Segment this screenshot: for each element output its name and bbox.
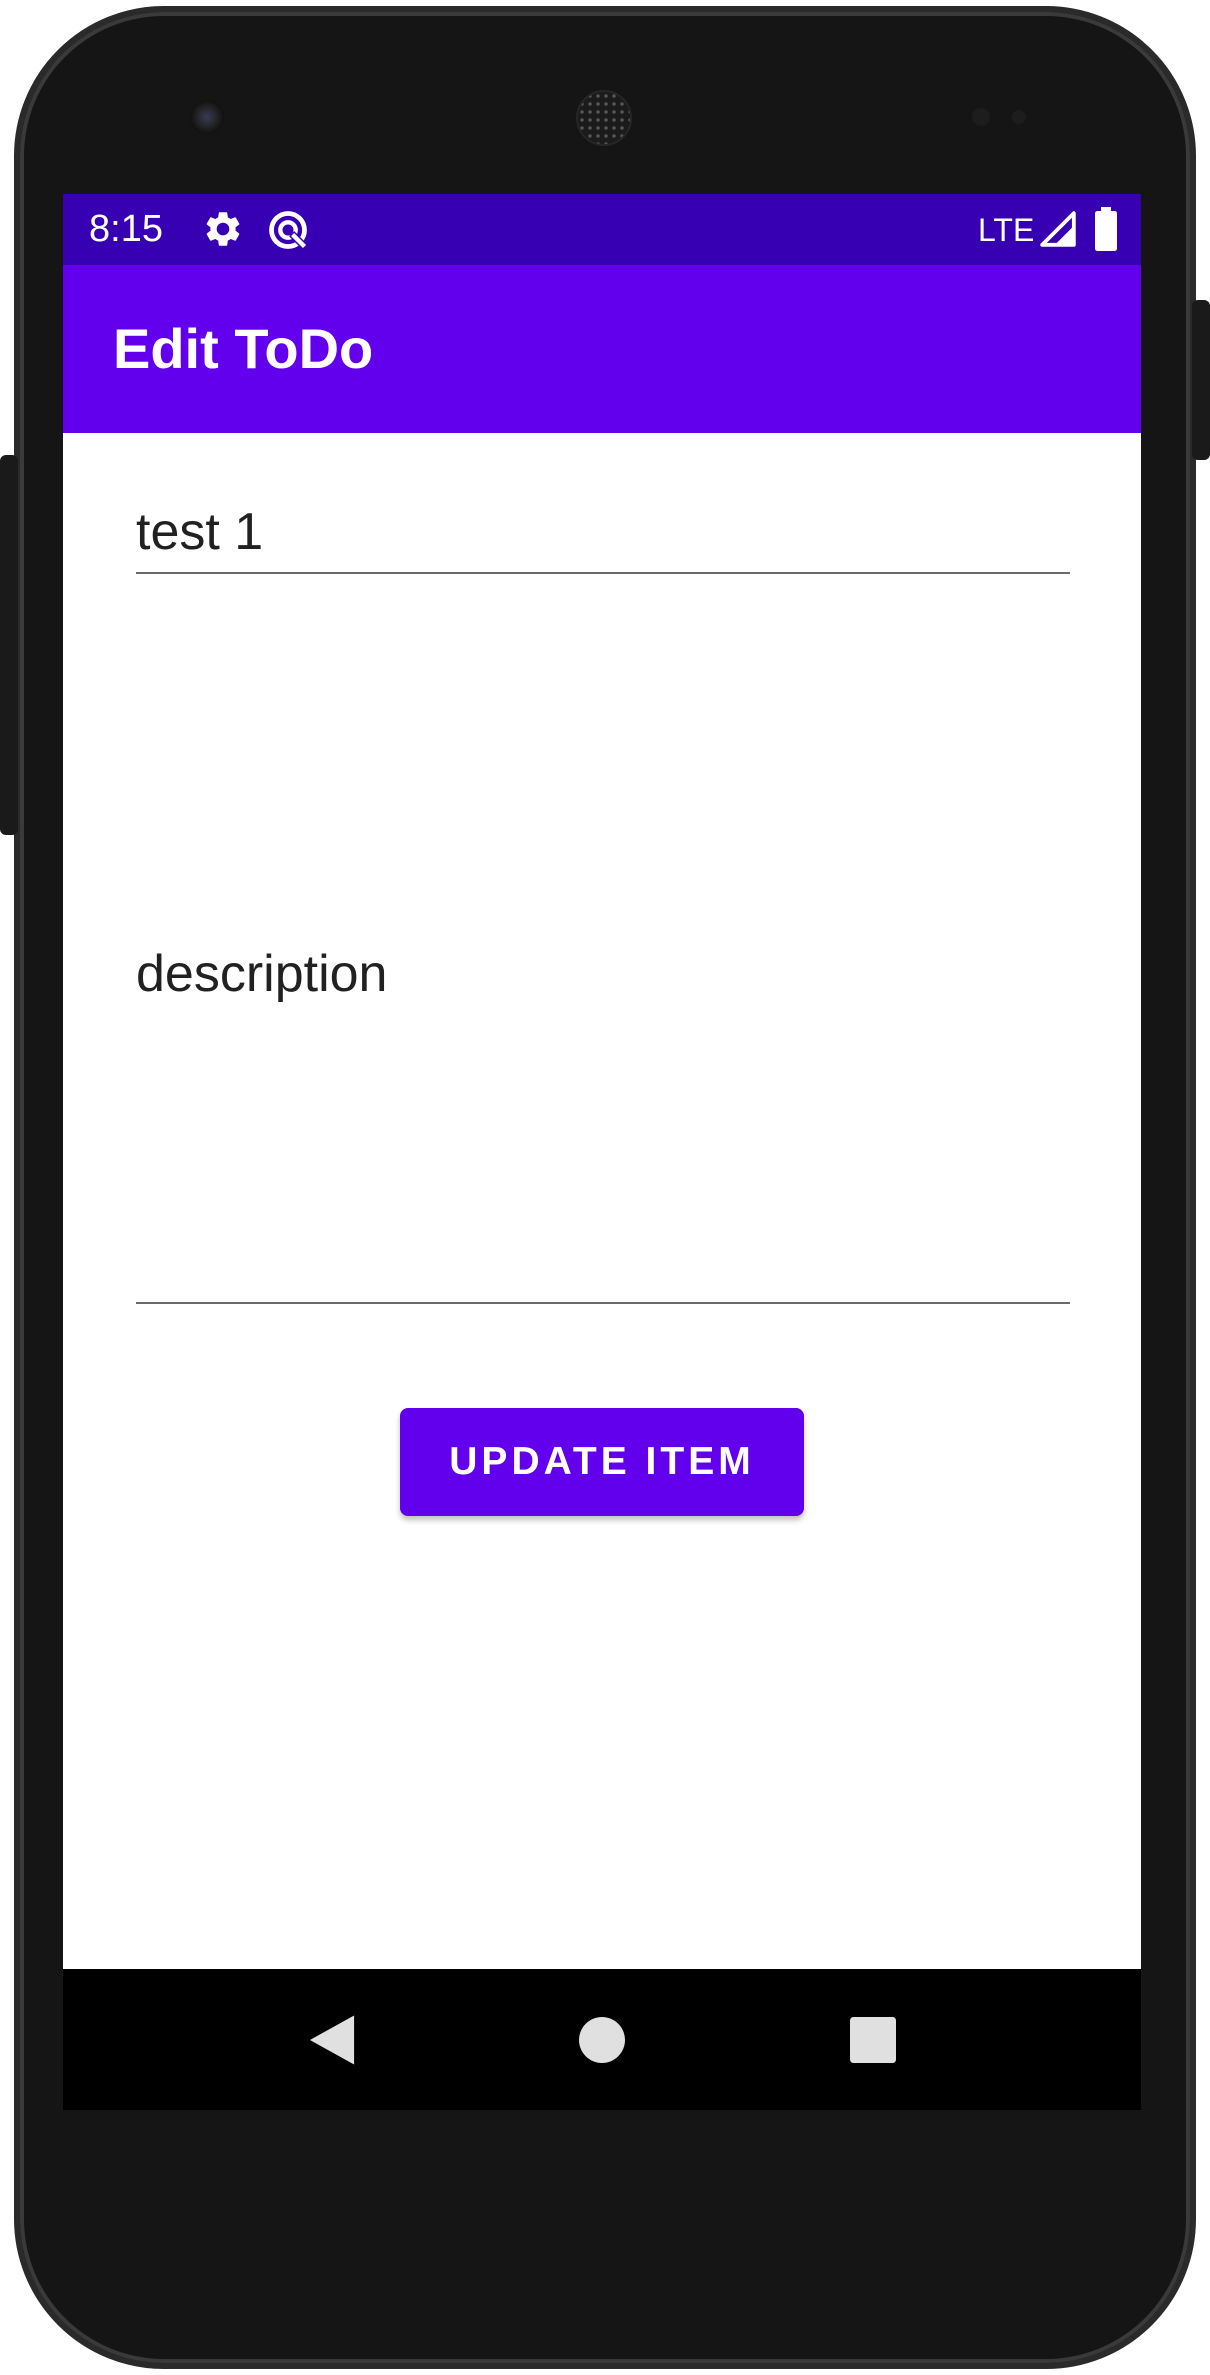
description-input-value: description: [136, 945, 388, 1003]
page-title: Edit ToDo: [113, 317, 374, 380]
status-time: 8:15: [89, 208, 163, 250]
update-item-button[interactable]: UPDATE ITEM: [400, 1408, 804, 1516]
back-icon[interactable]: [307, 2013, 357, 2067]
phone-power-button: [1192, 300, 1210, 460]
proximity-sensor: [972, 108, 990, 126]
device-screen: 8:15 LTE Edit ToDo test 1 description UP…: [63, 194, 1141, 2110]
light-sensor: [1012, 110, 1026, 124]
navigation-bar: [63, 1969, 1141, 2110]
gear-icon: [206, 212, 240, 246]
status-bar: 8:15 LTE: [63, 194, 1141, 265]
app-bar: Edit ToDo: [63, 265, 1141, 433]
title-input[interactable]: test 1: [136, 494, 1070, 574]
sync-icon: [269, 211, 307, 249]
description-input[interactable]: description: [136, 614, 1070, 1304]
status-network-label: LTE: [978, 212, 1035, 248]
title-input-value: test 1: [136, 503, 264, 561]
home-icon[interactable]: [579, 2017, 625, 2063]
battery-icon: [1095, 207, 1117, 251]
earpiece-speaker: [576, 90, 632, 146]
signal-icon: [1040, 211, 1076, 247]
recents-icon[interactable]: [850, 2017, 896, 2063]
front-camera: [190, 100, 224, 134]
phone-volume-button: [0, 455, 18, 835]
